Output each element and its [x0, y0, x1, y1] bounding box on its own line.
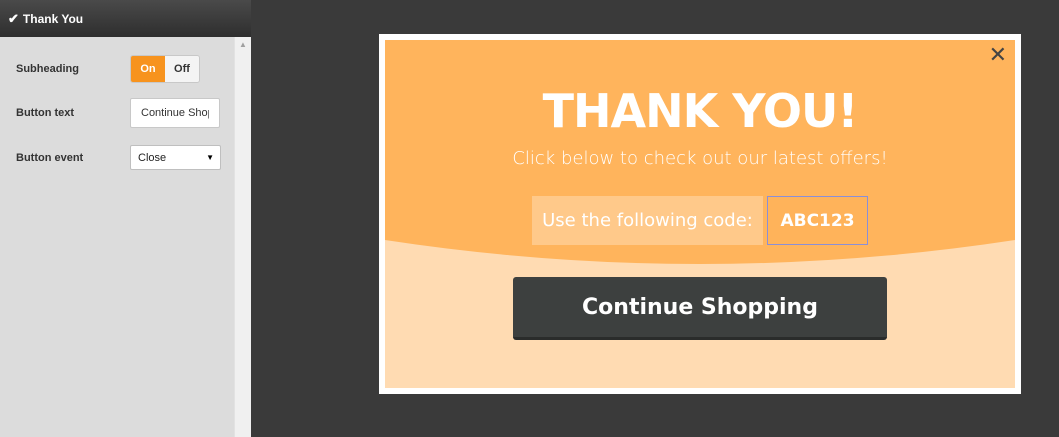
popup-headline: THANK YOU!	[542, 84, 859, 138]
toggle-off-button[interactable]: Off	[165, 56, 199, 82]
close-icon[interactable]: ✕	[989, 45, 1007, 67]
continue-shopping-button[interactable]: Continue Shopping	[513, 277, 887, 340]
dropdown-caret-icon: ▼	[206, 153, 214, 162]
panel-title: Thank You	[22, 11, 84, 26]
coupon-code-label: Use the following code:	[532, 196, 763, 245]
panel-header[interactable]: ✔ Thank You	[0, 0, 251, 37]
checkmark-icon: ✔	[8, 10, 19, 26]
settings-panel: ✔ Thank You Subheading On Off Button tex…	[0, 0, 251, 437]
popup-preview-frame: ✕ THANK YOU! Click below to check out ou…	[379, 34, 1021, 394]
coupon-code-row: Use the following code: ABC123	[532, 196, 868, 245]
panel-scrollbar[interactable]: ▲	[234, 37, 251, 437]
subheading-label: Subheading	[16, 63, 79, 75]
panel-body: Subheading On Off Button text Button eve…	[0, 37, 234, 437]
button-event-label: Button event	[16, 151, 84, 164]
toggle-on-button[interactable]: On	[131, 56, 165, 82]
subheading-toggle[interactable]: On Off	[130, 55, 200, 83]
subheading-row: Subheading On Off	[16, 55, 200, 83]
button-text-input[interactable]	[130, 98, 220, 128]
scroll-up-arrow-icon[interactable]: ▲	[239, 41, 247, 49]
button-text-label: Button text	[16, 107, 75, 119]
coupon-code-value[interactable]: ABC123	[767, 196, 868, 245]
button-text-row: Button text	[16, 98, 220, 128]
button-event-value: Close	[138, 151, 167, 164]
button-event-select[interactable]: Close ▼	[130, 145, 221, 170]
popup-subheadline: Click below to check out our latest offe…	[512, 148, 888, 169]
button-event-row: Button event Close ▼	[16, 145, 221, 170]
thank-you-popup: ✕ THANK YOU! Click below to check out ou…	[385, 40, 1015, 388]
